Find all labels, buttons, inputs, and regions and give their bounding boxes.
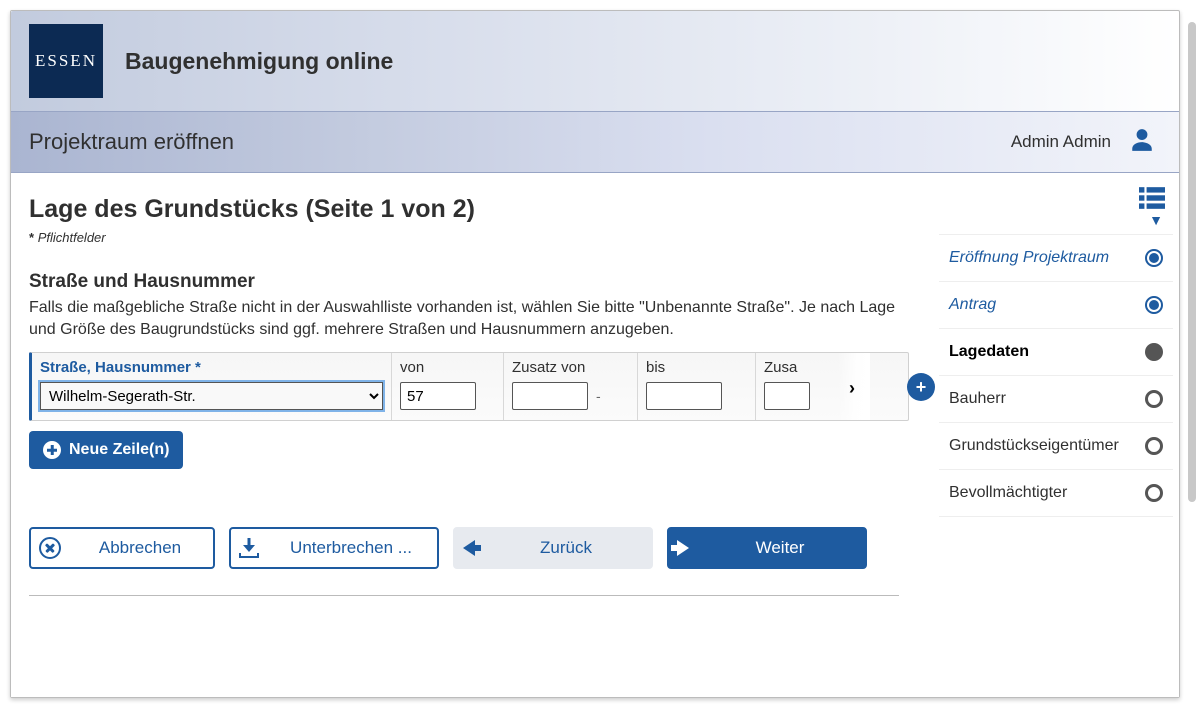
wizard-button-bar: Abbrechen Unterbrechen ... Zurück Weiter [29,527,929,569]
arrow-left-icon [463,540,475,556]
caret-down-icon: ▼ [939,212,1173,228]
bullseye-icon [1145,249,1163,267]
page-title: Lage des Grundstücks (Seite 1 von 2) [29,195,929,224]
cancel-label: Abbrechen [75,538,205,558]
section-title: Straße und Hausnummer [29,271,929,293]
main-content: Lage des Grundstücks (Seite 1 von 2) * P… [11,173,939,697]
dot-icon [1145,343,1163,361]
required-fields-note: * Pflichtfelder [29,230,929,245]
plus-circle-icon [43,441,61,459]
sub-header: Projektraum eröffnen Admin Admin [11,111,1179,173]
nav-label: Bauherr [949,390,1006,408]
label-bis: bis [646,359,747,376]
step-sidebar: ▼ Eröffnung Projektraum Antrag Lagedaten [939,173,1179,697]
address-row: Straße, Hausnummer Wilhelm-Segerath-Str.… [29,352,909,421]
input-bis[interactable] [646,382,722,410]
nav-label: Bevollmächtigter [949,484,1067,502]
input-zusatz-von[interactable] [512,382,588,410]
input-zusatz-bis[interactable] [764,382,810,410]
nav-label: Lagedaten [949,343,1029,361]
new-row-button[interactable]: Neue Zeile(n) [29,431,183,469]
nav-item-eroeffnung[interactable]: Eröffnung Projektraum [939,235,1173,282]
download-icon [239,538,259,558]
pause-button[interactable]: Unterbrechen ... [229,527,439,569]
nav-item-antrag[interactable]: Antrag [939,282,1173,329]
street-select[interactable]: Wilhelm-Segerath-Str. [40,382,383,410]
pause-label: Unterbrechen ... [273,538,429,558]
input-von[interactable] [400,382,476,410]
cancel-button[interactable]: Abbrechen [29,527,215,569]
back-button[interactable]: Zurück [453,527,653,569]
back-label: Zurück [489,538,643,558]
app-frame: ESSEN Baugenehmigung online Projektraum … [10,10,1180,698]
section-help: Falls die maßgebliche Straße nicht in de… [29,297,909,340]
nav-item-lagedaten[interactable]: Lagedaten [939,329,1173,376]
label-zusatz-von: Zusatz von [512,359,629,376]
nav-item-grundstueckseigentuemer[interactable]: Grundstückseigentümer [939,423,1173,470]
label-von: von [400,359,495,376]
step-nav: Eröffnung Projektraum Antrag Lagedaten B… [939,234,1173,517]
app-header: ESSEN Baugenehmigung online [11,11,1179,111]
app-title: Baugenehmigung online [125,48,393,75]
range-separator: - [594,388,603,410]
brand-logo: ESSEN [29,24,103,98]
scrollbar-thumb[interactable] [1188,22,1196,502]
next-button[interactable]: Weiter [667,527,867,569]
vertical-scrollbar[interactable] [1188,18,1196,712]
label-zusatz-bis: Zusa [764,359,816,376]
circle-icon [1145,484,1163,502]
nav-label: Eröffnung Projektraum [949,249,1109,267]
nav-label: Antrag [949,296,996,314]
circle-icon [1145,437,1163,455]
user-name: Admin Admin [1011,132,1111,152]
subheader-title: Projektraum eröffnen [29,129,234,155]
nav-label: Grundstückseigentümer [949,437,1119,455]
divider [29,595,899,596]
close-icon [39,537,61,559]
new-row-label: Neue Zeile(n) [69,441,169,459]
arrow-right-icon [677,540,689,556]
nav-item-bauherr[interactable]: Bauherr [939,376,1173,423]
bullseye-icon [1145,296,1163,314]
circle-icon [1145,390,1163,408]
scroll-right-button[interactable]: › [842,377,862,397]
next-label: Weiter [703,538,857,558]
add-row-icon-button[interactable]: + [907,373,935,401]
chevron-right-icon: › [849,378,855,398]
nav-item-bevollmaechtigter[interactable]: Bevollmächtigter [939,470,1173,517]
label-street: Straße, Hausnummer [40,359,383,376]
user-icon[interactable] [1129,127,1155,158]
